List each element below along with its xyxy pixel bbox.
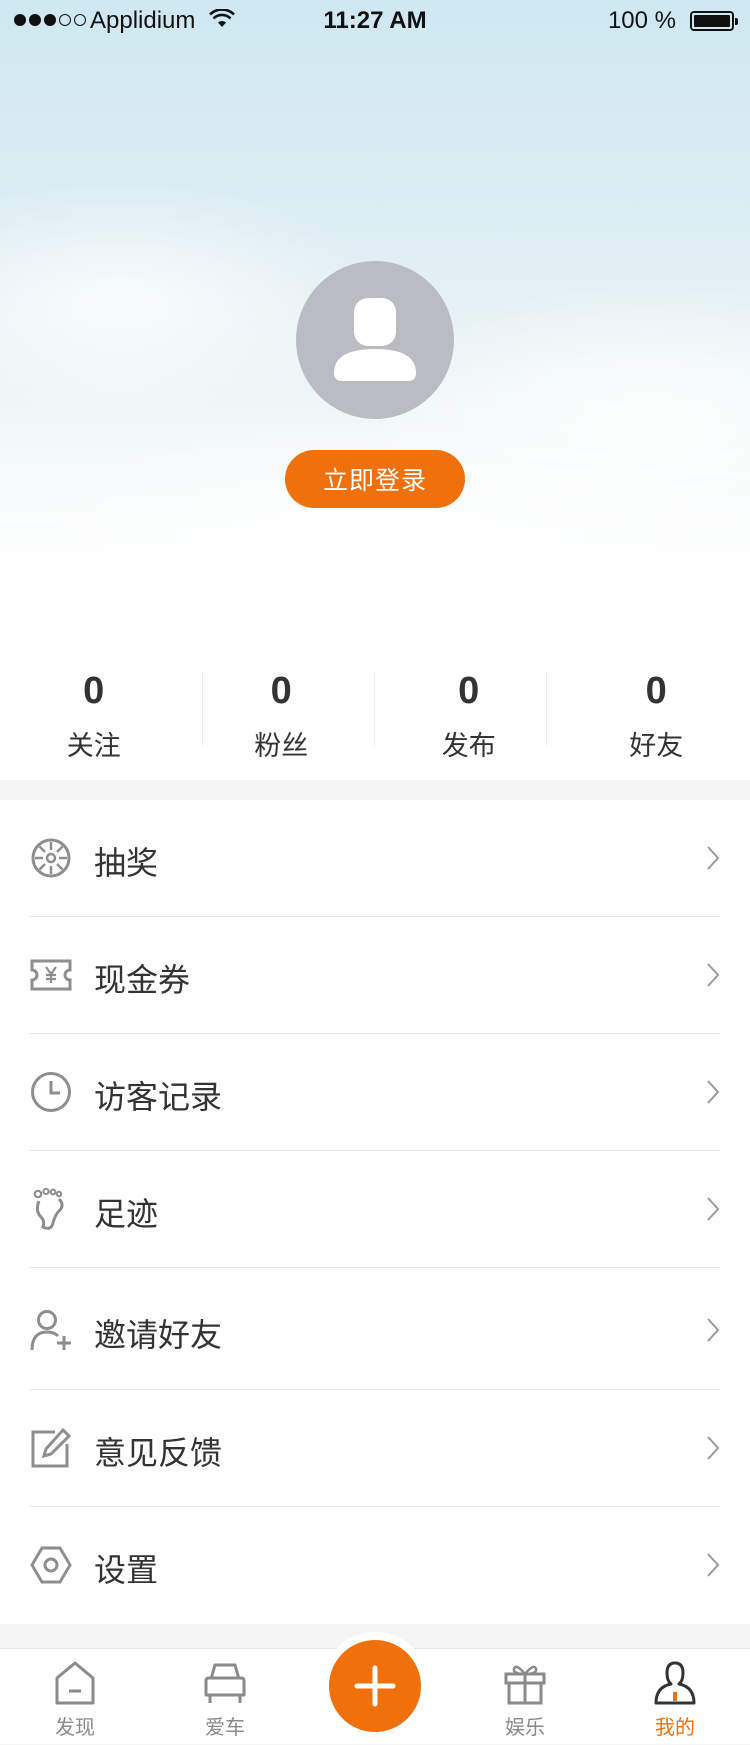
- login-button[interactable]: 立即登录: [285, 450, 465, 508]
- stat-value: 0: [563, 670, 750, 713]
- add-friend-icon: [29, 1308, 73, 1352]
- tab-label: 爱车: [150, 1711, 300, 1740]
- gift-icon: [502, 1659, 548, 1707]
- battery-percent: 100 %: [608, 7, 676, 35]
- tab-entertainment[interactable]: 娱乐: [450, 1649, 600, 1745]
- user-placeholder-icon: [296, 261, 454, 419]
- chevron-right-icon: [706, 1078, 720, 1106]
- stat-label: 好友: [563, 724, 750, 763]
- stat-divider: [374, 672, 375, 746]
- menu-item-label: 抽奖: [94, 838, 158, 884]
- menu-item-label: 现金券: [94, 955, 190, 1001]
- chevron-right-icon: [706, 1316, 720, 1344]
- cash-coupon-icon: [29, 953, 73, 997]
- chevron-right-icon: [706, 1551, 720, 1579]
- menu-item-cash-coupon[interactable]: 现金券: [0, 917, 750, 1034]
- tab-label: 娱乐: [450, 1711, 600, 1740]
- tab-label: 我的: [600, 1711, 750, 1740]
- menu-item-label: 设置: [94, 1545, 158, 1591]
- home-icon: [52, 1659, 98, 1707]
- avatar[interactable]: [296, 261, 454, 419]
- chevron-right-icon: [706, 961, 720, 989]
- stat-label: 关注: [0, 724, 188, 763]
- lottery-wheel-icon: [29, 836, 73, 880]
- stat-fans[interactable]: 0 粉丝: [188, 640, 376, 780]
- footprint-icon: [29, 1187, 73, 1231]
- menu-item-feedback[interactable]: 意见反馈: [0, 1390, 750, 1507]
- menu-item-invite-friends[interactable]: 邀请好友: [0, 1268, 750, 1390]
- tab-discover[interactable]: 发现: [0, 1649, 150, 1745]
- stat-divider: [546, 672, 547, 746]
- tab-mine[interactable]: 我的: [600, 1649, 750, 1745]
- menu-item-settings[interactable]: 设置: [0, 1507, 750, 1624]
- menu-item-visitors[interactable]: 访客记录: [0, 1034, 750, 1151]
- tab-label: 发现: [0, 1711, 150, 1740]
- menu-item-label: 意见反馈: [94, 1428, 222, 1474]
- menu-item-label: 访客记录: [94, 1072, 222, 1118]
- publish-plus-button[interactable]: [329, 1640, 421, 1732]
- stat-value: 0: [375, 670, 563, 713]
- person-icon: [652, 1659, 698, 1707]
- settings-hex-icon: [29, 1543, 73, 1587]
- stat-friends[interactable]: 0 好友: [563, 640, 750, 780]
- menu-item-label: 足迹: [94, 1189, 158, 1235]
- feedback-edit-icon: [29, 1426, 73, 1470]
- stat-following[interactable]: 0 关注: [0, 640, 188, 780]
- battery-icon: [690, 11, 734, 31]
- menu-item-label: 邀请好友: [94, 1310, 222, 1356]
- stat-value: 0: [188, 670, 376, 713]
- stat-value: 0: [0, 670, 188, 713]
- chevron-right-icon: [706, 1434, 720, 1462]
- clock-icon: [29, 1070, 73, 1114]
- stat-label: 粉丝: [188, 724, 376, 763]
- chevron-right-icon: [706, 1195, 720, 1223]
- menu-list: 抽奖 现金券 访客记录 足迹: [0, 800, 750, 1624]
- status-bar: Applidium 11:27 AM 100 %: [0, 0, 750, 44]
- plus-icon: [329, 1640, 421, 1732]
- stat-divider: [202, 672, 203, 746]
- menu-item-footprint[interactable]: 足迹: [0, 1151, 750, 1268]
- stat-posts[interactable]: 0 发布: [375, 640, 563, 780]
- tab-my-car[interactable]: 爱车: [150, 1649, 300, 1745]
- chevron-right-icon: [706, 844, 720, 872]
- stats-bar: 0 关注 0 粉丝 0 发布 0 好友: [0, 640, 750, 780]
- stat-label: 发布: [375, 724, 563, 763]
- profile-header: Applidium 11:27 AM 100 % 立即登录: [0, 0, 750, 640]
- car-icon: [202, 1659, 248, 1707]
- menu-item-lottery[interactable]: 抽奖: [0, 800, 750, 917]
